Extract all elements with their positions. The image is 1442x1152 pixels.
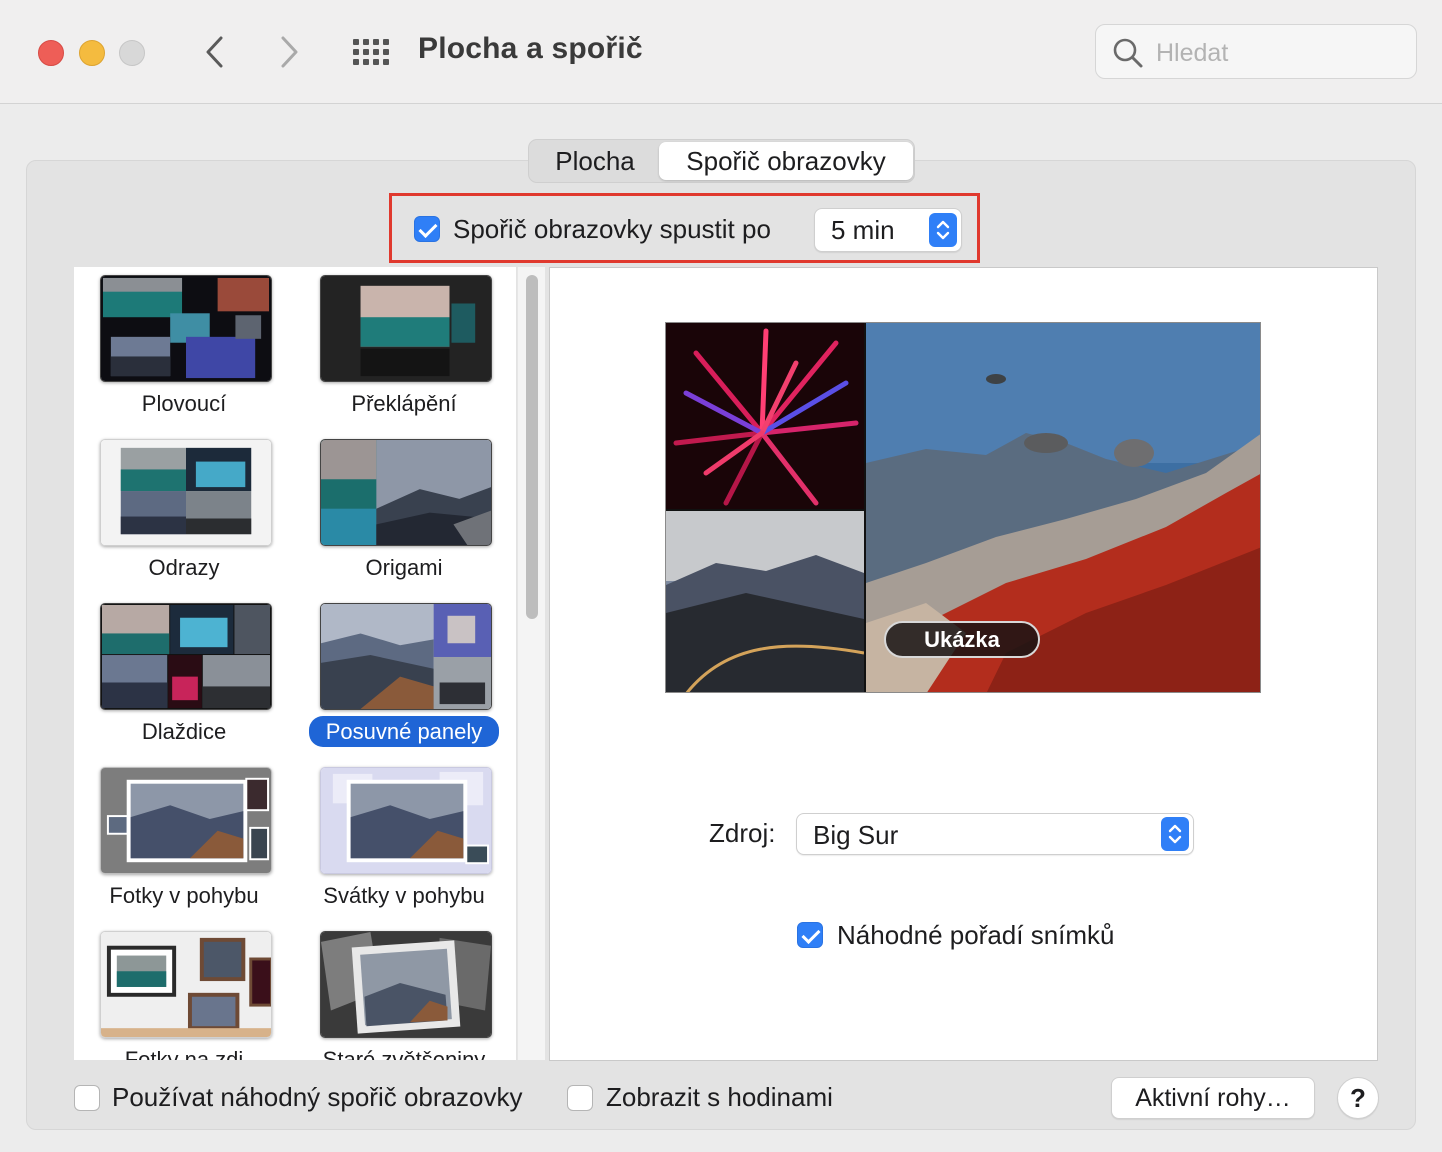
screensaver-item-origami[interactable]: Origami — [294, 431, 502, 595]
show-clock-checkbox[interactable] — [567, 1085, 593, 1111]
screensaver-item-fotky-v-pohybu[interactable]: Fotky v pohybu — [74, 759, 282, 923]
search-placeholder: Hledat — [1156, 39, 1229, 67]
use-random-saver-label: Používat náhodný spořič obrazovky — [112, 1082, 523, 1112]
screensaver-item-plovouci[interactable]: Plovoucí — [74, 267, 282, 431]
hot-corners-button[interactable]: Aktivní rohy… — [1111, 1077, 1315, 1119]
screensaver-label: Plovoucí — [141, 391, 227, 416]
screensaver-item-posuvne-panely[interactable]: Posuvné panely — [294, 595, 502, 759]
thumbnail — [320, 603, 492, 710]
preview-button[interactable]: Ukázka — [884, 621, 1040, 658]
close-window-button[interactable] — [38, 40, 64, 66]
toolbar: Plocha a spořič Hledat — [0, 0, 1442, 104]
back-button[interactable] — [196, 30, 236, 74]
show-all-grid-button[interactable] — [352, 38, 390, 66]
source-value: Big Sur — [813, 820, 899, 850]
screensaver-item-odrazy[interactable]: Odrazy — [74, 431, 282, 595]
thumbnail — [320, 275, 492, 382]
thumbnail — [100, 439, 272, 546]
shuffle-slides-checkbox[interactable] — [797, 922, 823, 948]
source-label: Zdroj: — [709, 818, 776, 848]
thumbnail — [320, 931, 492, 1038]
scroll-thumb[interactable] — [526, 275, 538, 619]
thumbnail — [100, 931, 272, 1038]
popup-arrows-icon — [929, 213, 957, 247]
tab-plocha[interactable]: Plocha — [531, 142, 659, 180]
thumbnail — [100, 767, 272, 874]
list-scrollbar[interactable] — [517, 267, 545, 1060]
search-icon — [1113, 38, 1143, 68]
screensaver-label: Fotky na zdi — [124, 1047, 244, 1060]
screensaver-label: Odrazy — [148, 555, 220, 580]
screensaver-label: Posuvné panely — [294, 716, 514, 747]
thumbnail — [100, 603, 272, 710]
start-after-popup[interactable]: 5 min — [814, 208, 962, 252]
minimize-window-button[interactable] — [79, 40, 105, 66]
start-after-label: Spořič obrazovky spustit po — [453, 214, 771, 244]
chevron-left-icon — [206, 36, 223, 68]
start-after-value: 5 min — [831, 215, 895, 245]
zoom-window-button[interactable] — [119, 40, 145, 66]
screensaver-label: Fotky v pohybu — [109, 883, 259, 908]
tab-bar: Plocha Spořič obrazovky — [528, 139, 915, 183]
grid-icon — [353, 39, 389, 65]
popup-arrows-icon — [1161, 817, 1189, 851]
thumbnail — [100, 275, 272, 382]
use-random-saver-checkbox[interactable] — [74, 1085, 100, 1111]
chevron-right-icon — [281, 36, 298, 68]
screensaver-item-stare-zvetseniny[interactable]: Staré zvětšeniny — [294, 923, 502, 1060]
source-popup[interactable]: Big Sur — [796, 813, 1194, 855]
help-button[interactable]: ? — [1337, 1077, 1379, 1119]
system-preferences-window: Plocha a spořič Hledat Plocha Spořič obr… — [0, 0, 1442, 1152]
screensaver-label: Překlápění — [351, 391, 457, 416]
thumbnail — [320, 767, 492, 874]
show-clock-label: Zobrazit s hodinami — [606, 1082, 833, 1112]
screensaver-label: Dlaždice — [141, 719, 227, 744]
thumbnail — [320, 439, 492, 546]
screensaver-item-svatky-v-pohybu[interactable]: Svátky v pohybu — [294, 759, 502, 923]
screensaver-item-preklapeni[interactable]: Překlápění — [294, 267, 502, 431]
screensaver-list[interactable]: Plovoucí Překlápění Odrazy Origami Dlažd… — [74, 267, 516, 1060]
search-field[interactable]: Hledat — [1095, 24, 1417, 79]
forward-button[interactable] — [270, 30, 310, 74]
screensaver-label: Svátky v pohybu — [323, 883, 485, 908]
tab-screen-saver[interactable]: Spořič obrazovky — [659, 142, 913, 180]
screensaver-label: Staré zvětšeniny — [322, 1047, 486, 1060]
window-title: Plocha a spořič — [418, 32, 643, 65]
screensaver-item-fotky-na-zdi[interactable]: Fotky na zdi — [74, 923, 282, 1060]
start-after-checkbox[interactable] — [414, 216, 440, 242]
screensaver-item-dlazdice[interactable]: Dlaždice — [74, 595, 282, 759]
screensaver-label: Origami — [365, 555, 443, 580]
shuffle-slides-label: Náhodné pořadí snímků — [837, 920, 1115, 950]
